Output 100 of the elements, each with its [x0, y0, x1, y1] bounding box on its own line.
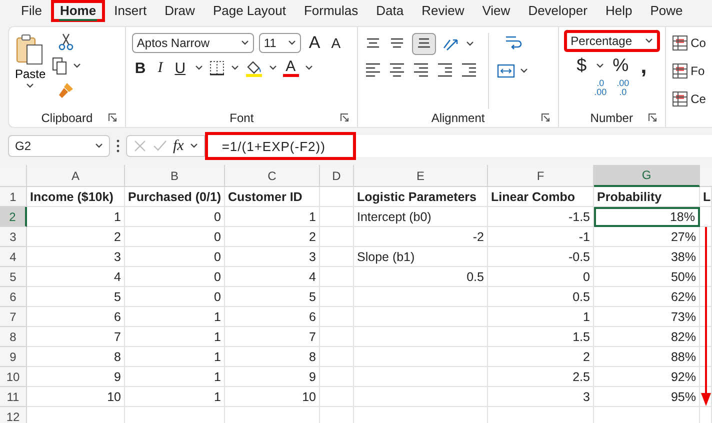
caret-icon[interactable] — [596, 62, 604, 68]
caret-icon[interactable] — [190, 143, 198, 149]
empty-cell — [320, 287, 354, 307]
table-cell: 0 — [125, 207, 225, 227]
decrease-indent-icon[interactable] — [436, 61, 454, 77]
styles-button[interactable]: Ce — [672, 87, 706, 111]
shrink-font-button[interactable]: A — [328, 35, 344, 51]
table-cell: 8 — [225, 347, 320, 367]
menu-tab[interactable]: Powe — [641, 0, 692, 22]
table-cell: 7 — [225, 327, 320, 347]
italic-button[interactable]: I — [154, 60, 166, 76]
number-format-dropdown[interactable]: Percentage — [564, 30, 660, 52]
table-cell: Linear Combo — [488, 187, 594, 207]
fill-color-icon[interactable] — [244, 59, 263, 77]
table-cell: 0.5 — [354, 267, 488, 287]
font-size-dropdown[interactable]: 11 — [258, 33, 301, 53]
row-header[interactable]: 9 — [0, 347, 27, 367]
table-cell: 9 — [225, 367, 320, 387]
column-header[interactable]: E — [354, 165, 488, 187]
menu-tab[interactable]: Help — [596, 0, 642, 22]
row-header[interactable]: 3 — [0, 227, 27, 247]
column-header[interactable]: A — [27, 165, 125, 187]
name-box[interactable]: G2 — [8, 135, 110, 157]
empty-cell — [700, 367, 712, 387]
empty-cell — [700, 207, 712, 227]
dialog-launcher-icon[interactable] — [648, 113, 657, 122]
caret-icon[interactable] — [72, 63, 81, 69]
align-right-icon[interactable] — [412, 61, 430, 77]
column-header[interactable]: F — [488, 165, 594, 187]
menu-tab[interactable]: Draw — [156, 0, 204, 22]
table-cell: 62% — [594, 287, 700, 307]
column-header[interactable]: C — [225, 165, 320, 187]
grow-font-button[interactable]: A — [306, 33, 324, 53]
caret-icon[interactable] — [95, 143, 103, 149]
increase-indent-icon[interactable] — [460, 61, 478, 77]
row-header[interactable]: 11 — [0, 387, 27, 407]
menu-tab[interactable]: Formulas — [294, 0, 368, 22]
row-header[interactable]: 6 — [0, 287, 27, 307]
increase-decimal-button[interactable]: .0 .00 — [594, 79, 607, 97]
menu-tab[interactable]: Page Layout — [204, 0, 295, 22]
caret-icon[interactable] — [230, 65, 239, 71]
currency-button[interactable]: $ — [574, 55, 590, 76]
more-icon[interactable] — [116, 139, 120, 153]
caret-icon[interactable] — [268, 65, 277, 71]
dialog-launcher-icon[interactable] — [340, 113, 350, 122]
clipboard-icon — [15, 33, 46, 65]
column-header[interactable]: G — [594, 165, 700, 187]
caret-icon[interactable] — [26, 83, 34, 89]
table-cell: 27% — [594, 227, 700, 247]
menu-tab[interactable]: Home — [50, 0, 106, 22]
brush-icon[interactable] — [57, 81, 76, 99]
paste-button[interactable]: Paste — [15, 33, 46, 109]
table-cell: 1 — [125, 367, 225, 387]
percent-button[interactable]: % — [610, 55, 632, 76]
table-cell: 1 — [27, 207, 125, 227]
insert-function-button[interactable]: fx — [173, 138, 184, 154]
caret-icon[interactable] — [304, 65, 313, 71]
table-grid-icon — [672, 63, 688, 79]
font-name-dropdown[interactable]: Aptos Narrow — [132, 33, 254, 53]
row-header[interactable]: 10 — [0, 367, 27, 387]
styles-button[interactable]: Co — [672, 31, 706, 55]
row-header[interactable]: 12 — [0, 407, 27, 423]
scissors-icon[interactable] — [58, 33, 74, 51]
menu-tab[interactable]: Insert — [105, 0, 156, 22]
borders-icon[interactable] — [208, 60, 225, 76]
caret-icon[interactable] — [520, 68, 528, 74]
caret-icon[interactable] — [644, 38, 653, 44]
copy-icon[interactable] — [52, 57, 68, 75]
row-header[interactable]: 7 — [0, 307, 27, 327]
dialog-launcher-icon[interactable] — [540, 113, 550, 122]
menu-tab[interactable]: Data — [367, 0, 413, 22]
menu-tab[interactable]: File — [12, 0, 51, 22]
caret-icon[interactable] — [466, 41, 474, 47]
row-header[interactable]: 8 — [0, 327, 27, 347]
caret-icon[interactable] — [240, 40, 249, 46]
underline-button[interactable]: U — [172, 60, 189, 76]
font-color-button[interactable]: A — [282, 59, 299, 77]
caret-icon[interactable] — [194, 65, 203, 71]
row-header[interactable]: 1 — [0, 187, 27, 207]
row-header[interactable]: 5 — [0, 267, 27, 287]
row-header[interactable]: 4 — [0, 247, 27, 267]
formula-input[interactable]: =1/(1+EXP(-F2)) — [204, 135, 712, 157]
column-header[interactable]: D — [320, 165, 354, 187]
table-cell: 88% — [594, 347, 700, 367]
empty-cell — [320, 367, 354, 387]
align-center-icon[interactable] — [388, 61, 406, 77]
table-cell: Slope (b1) — [354, 247, 488, 267]
bold-button[interactable]: B — [132, 60, 149, 76]
dialog-launcher-icon[interactable] — [108, 113, 117, 122]
align-left-icon[interactable] — [364, 61, 382, 77]
styles-button[interactable]: Fo — [672, 59, 705, 83]
menu-tab[interactable]: Review — [412, 0, 474, 22]
row-header[interactable]: 2 — [0, 207, 27, 227]
decrease-decimal-button[interactable]: .00 .0 — [616, 79, 630, 97]
table-cell: 0 — [125, 287, 225, 307]
merge-icon[interactable] — [497, 63, 516, 79]
caret-icon[interactable] — [288, 40, 296, 46]
column-header[interactable]: B — [125, 165, 225, 187]
menu-tab[interactable]: View — [473, 0, 520, 22]
menu-tab[interactable]: Developer — [519, 0, 596, 22]
